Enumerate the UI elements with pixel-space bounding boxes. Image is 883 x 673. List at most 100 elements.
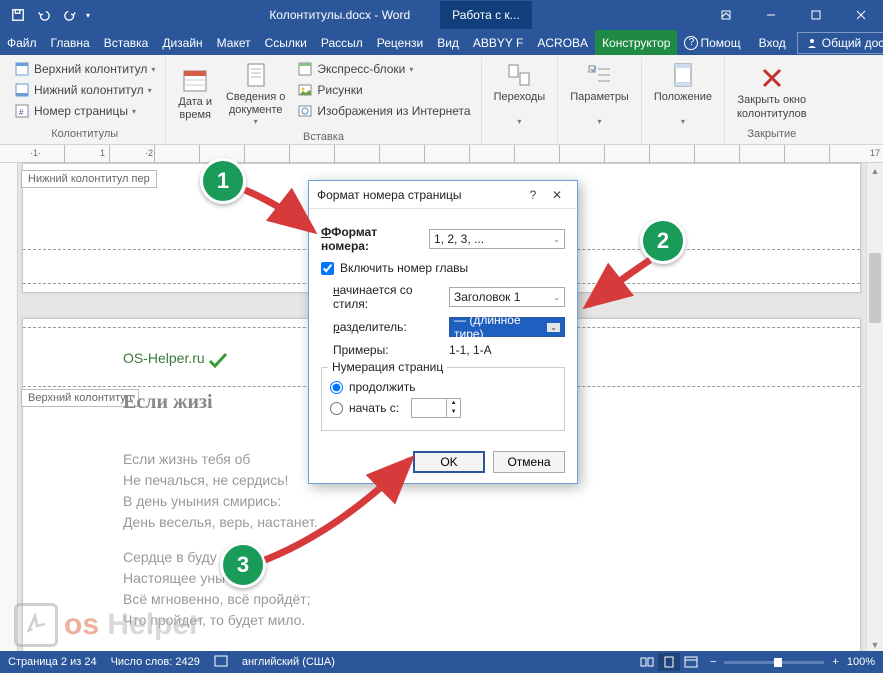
options-button[interactable]: Параметры▾ bbox=[564, 59, 635, 129]
page-number-button[interactable]: #Номер страницы ▾ bbox=[10, 101, 159, 121]
footer-button[interactable]: Нижний колонтитул ▾ bbox=[10, 80, 159, 100]
dialog-help-icon[interactable]: ? bbox=[521, 188, 545, 202]
qat-dropdown-icon[interactable]: ▾ bbox=[86, 11, 90, 20]
tab-review[interactable]: Рецензи bbox=[370, 30, 430, 55]
zoom-slider[interactable] bbox=[724, 661, 824, 664]
checkmark-icon bbox=[208, 352, 228, 368]
ribbon-group-navigation: Переходы▾ bbox=[482, 57, 559, 144]
dialog-close-icon[interactable]: ✕ bbox=[545, 188, 569, 202]
ok-button[interactable]: OK bbox=[413, 451, 485, 473]
ribbon-group-options: Параметры▾ bbox=[558, 57, 642, 144]
tab-references[interactable]: Ссылки bbox=[258, 30, 314, 55]
status-word-count[interactable]: Число слов: 2429 bbox=[111, 656, 200, 668]
quick-parts-button[interactable]: Экспресс-блоки ▾ bbox=[293, 59, 474, 79]
lightbulb-icon: ? bbox=[684, 36, 698, 50]
tab-file[interactable]: Файл bbox=[0, 30, 44, 55]
doc-title: Если жизі bbox=[123, 391, 213, 414]
tab-insert[interactable]: Вставка bbox=[97, 30, 156, 55]
chevron-down-icon: ⌄ bbox=[553, 235, 560, 244]
tab-header-designer[interactable]: Конструктор bbox=[595, 30, 677, 55]
print-layout-icon[interactable] bbox=[658, 653, 680, 671]
picture-icon bbox=[297, 82, 313, 98]
close-window-icon[interactable] bbox=[838, 0, 883, 30]
save-icon[interactable] bbox=[8, 5, 28, 25]
chevron-down-icon: ▾ bbox=[254, 117, 258, 127]
dialog-titlebar[interactable]: Формат номера страницы ? ✕ bbox=[309, 181, 577, 209]
tab-layout[interactable]: Макет bbox=[210, 30, 258, 55]
signin-link[interactable]: Вход bbox=[752, 32, 793, 54]
undo-icon[interactable] bbox=[34, 5, 54, 25]
separator-combo[interactable]: — (длинное тире)⌄ bbox=[449, 317, 565, 337]
spinner-up-icon[interactable]: ▲ bbox=[447, 399, 460, 408]
chapter-style-combo[interactable]: Заголовок 1⌄ bbox=[449, 287, 565, 307]
date-time-button[interactable]: Дата и время bbox=[172, 59, 218, 129]
doc-info-button[interactable]: Сведения о документе▾ bbox=[220, 59, 291, 129]
status-bar: Страница 2 из 24 Число слов: 2429 англий… bbox=[0, 651, 883, 673]
separator-label: разделитель: bbox=[321, 320, 441, 334]
close-header-footer-button[interactable]: Закрыть окно колонтитулов bbox=[731, 59, 813, 126]
ribbon-options-icon[interactable] bbox=[703, 0, 748, 30]
zoom-in-icon[interactable]: + bbox=[832, 656, 838, 668]
view-buttons bbox=[636, 653, 702, 671]
include-chapter-check-input[interactable] bbox=[321, 262, 334, 275]
horizontal-ruler[interactable]: ·1· 1 ·2· 17 bbox=[0, 145, 883, 163]
read-mode-icon[interactable] bbox=[636, 653, 658, 671]
spinner-down-icon[interactable]: ▼ bbox=[447, 408, 460, 417]
chevron-down-icon: ⌄ bbox=[547, 323, 560, 332]
chevron-down-icon: ▾ bbox=[409, 65, 413, 74]
tab-abbyy[interactable]: ABBYY F bbox=[466, 30, 530, 55]
start-at-spinner[interactable]: ▲▼ bbox=[411, 398, 461, 418]
tab-home[interactable]: Главна bbox=[44, 30, 97, 55]
page-number-icon: # bbox=[14, 103, 30, 119]
footer-first-tag: Нижний колонтитул пер bbox=[21, 170, 157, 188]
ribbon-group-header-footer: Верхний колонтитул ▾ Нижний колонтитул ▾… bbox=[4, 57, 166, 144]
group-label bbox=[648, 129, 718, 145]
web-layout-icon[interactable] bbox=[680, 653, 702, 671]
pictures-button[interactable]: Рисунки bbox=[293, 80, 474, 100]
dialog-title: Формат номера страницы bbox=[317, 188, 521, 202]
navigation-button[interactable]: Переходы▾ bbox=[488, 59, 552, 129]
spellcheck-icon[interactable] bbox=[214, 655, 228, 670]
quick-parts-icon bbox=[297, 61, 313, 77]
scroll-thumb[interactable] bbox=[869, 253, 881, 323]
ribbon-group-position: Положение▾ bbox=[642, 57, 725, 144]
status-page[interactable]: Страница 2 из 24 bbox=[8, 656, 97, 668]
cancel-button[interactable]: Отмена bbox=[493, 451, 565, 473]
maximize-icon[interactable] bbox=[793, 0, 838, 30]
group-label bbox=[564, 129, 635, 145]
chevron-down-icon: ▾ bbox=[517, 117, 521, 127]
chevron-down-icon: ▾ bbox=[681, 117, 685, 127]
zoom-out-icon[interactable]: − bbox=[710, 656, 716, 668]
header-icon bbox=[14, 61, 30, 77]
document-title: Колонтитулы.docx - Word bbox=[269, 8, 410, 22]
page-number-format-dialog: Формат номера страницы ? ✕ ФФормат номер… bbox=[308, 180, 578, 484]
tab-view[interactable]: Вид bbox=[430, 30, 466, 55]
share-button[interactable]: Общий доступ bbox=[797, 32, 883, 54]
tell-me-search[interactable]: ?Помощ bbox=[677, 32, 747, 54]
online-pictures-button[interactable]: Изображения из Интернета bbox=[293, 101, 474, 121]
vertical-scrollbar[interactable]: ▲ ▼ bbox=[866, 163, 883, 653]
tab-mailings[interactable]: Рассыл bbox=[314, 30, 370, 55]
vertical-ruler[interactable] bbox=[0, 163, 18, 653]
close-icon bbox=[758, 64, 786, 92]
position-icon bbox=[669, 61, 697, 89]
position-button[interactable]: Положение▾ bbox=[648, 59, 718, 129]
radio-continue[interactable]: продолжить bbox=[330, 380, 556, 394]
chevron-down-icon: ▾ bbox=[148, 86, 152, 95]
tab-design[interactable]: Дизайн bbox=[155, 30, 209, 55]
online-pictures-icon bbox=[297, 103, 313, 119]
scroll-up-icon[interactable]: ▲ bbox=[867, 163, 883, 179]
status-language[interactable]: английский (США) bbox=[242, 656, 335, 668]
radio-start-at[interactable]: начать с: ▲▼ bbox=[330, 398, 556, 418]
zoom-level[interactable]: 100% bbox=[847, 656, 875, 668]
tab-acrobat[interactable]: ACROBA bbox=[530, 30, 595, 55]
include-chapter-checkbox[interactable]: Включить номер главы bbox=[321, 261, 565, 275]
minimize-icon[interactable] bbox=[748, 0, 793, 30]
context-tab-header-tools: Работа с к... bbox=[440, 1, 532, 29]
calendar-icon bbox=[181, 66, 209, 94]
document-info-icon bbox=[242, 61, 270, 89]
redo-icon[interactable] bbox=[60, 5, 80, 25]
starts-with-style-label: начинается со стиля: bbox=[321, 283, 441, 311]
header-button[interactable]: Верхний колонтитул ▾ bbox=[10, 59, 159, 79]
number-format-combo[interactable]: 1, 2, 3, ...⌄ bbox=[429, 229, 565, 249]
